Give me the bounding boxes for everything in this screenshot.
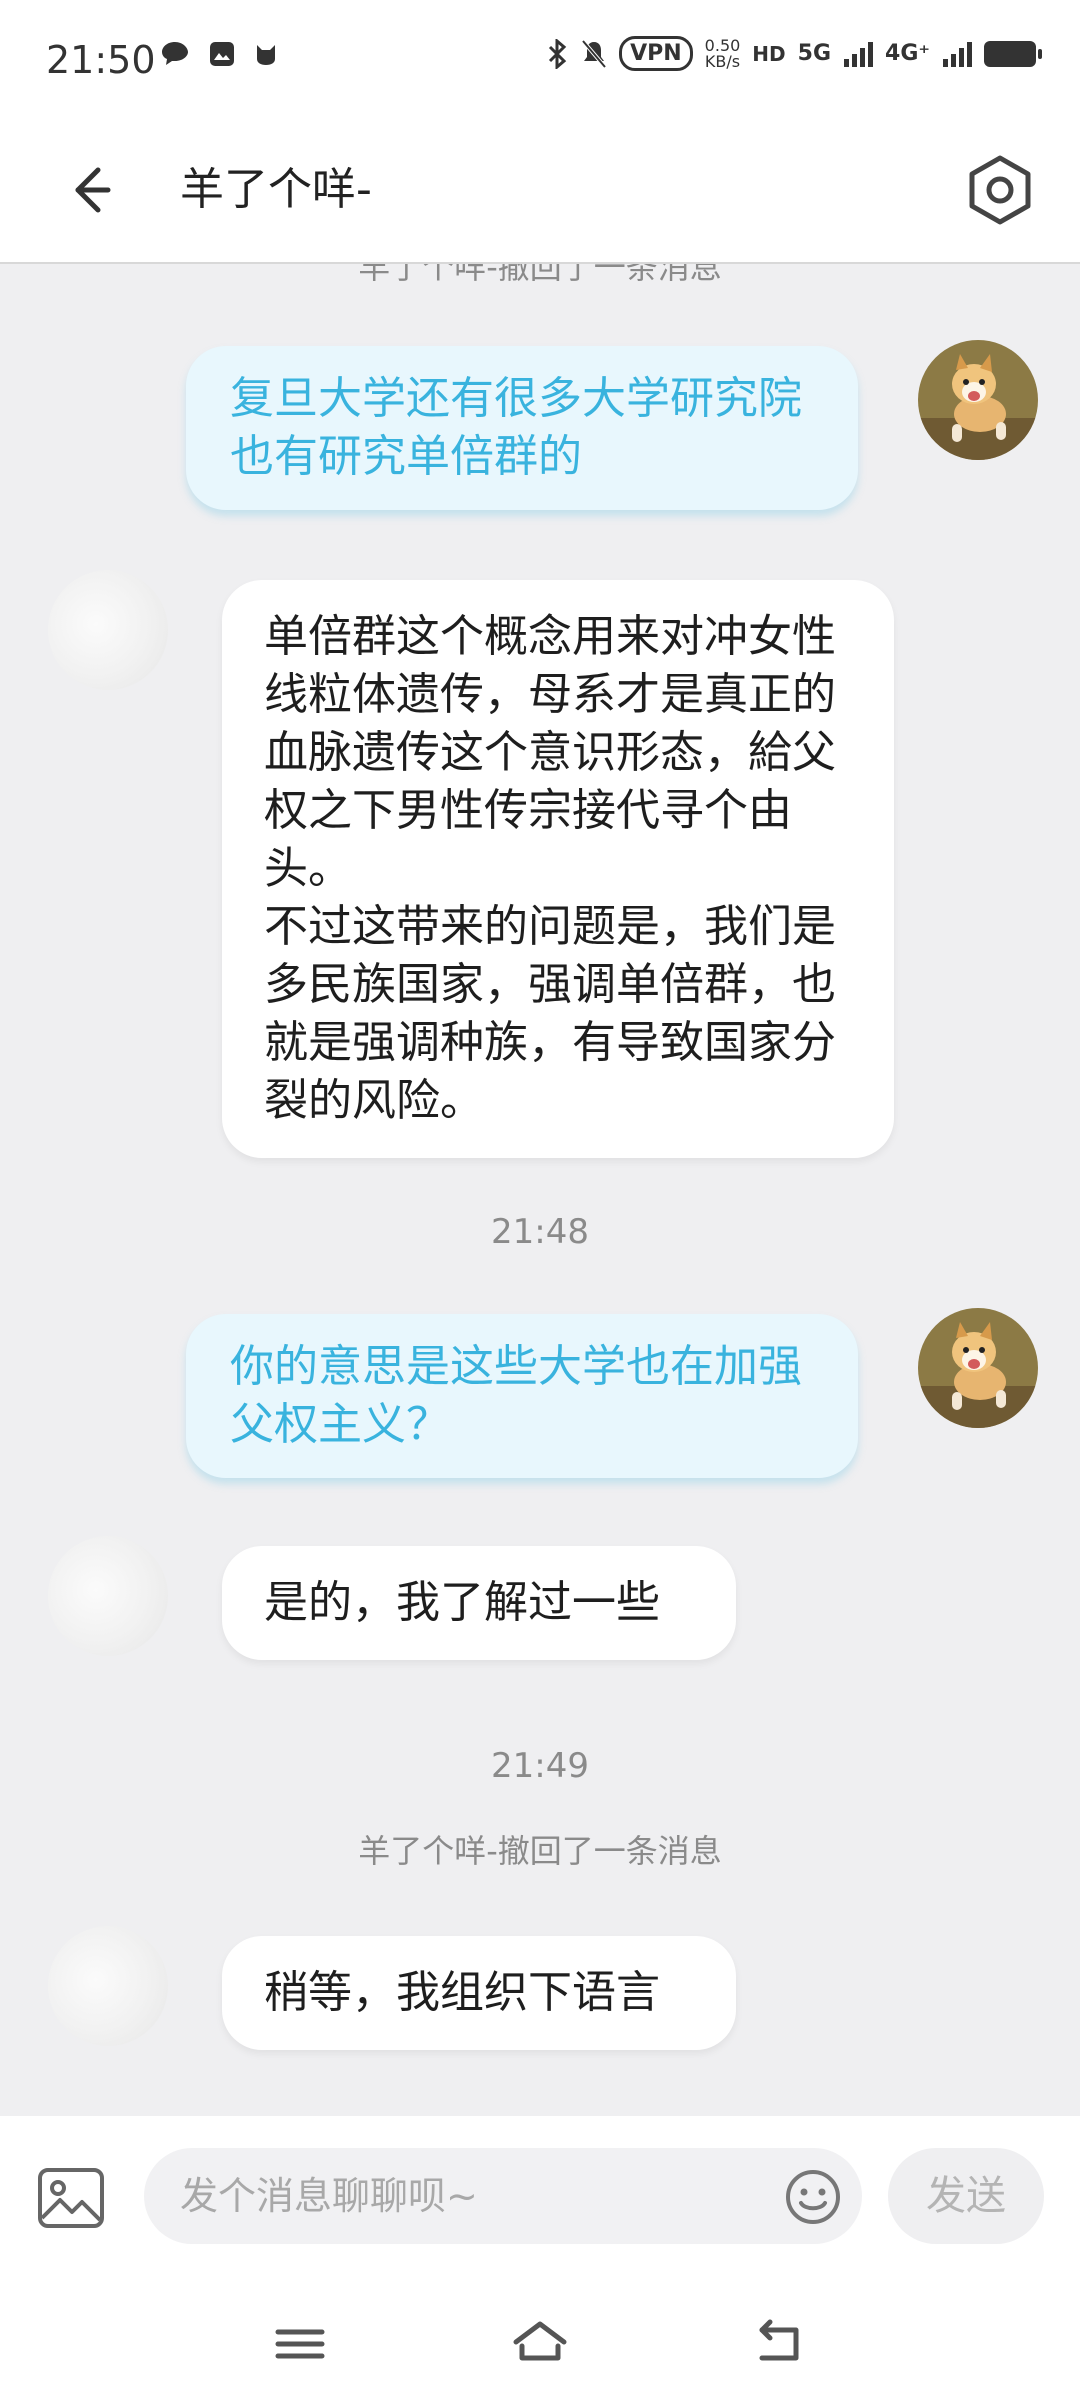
message-timestamp: 21:49 (491, 1746, 589, 1786)
bluetooth-icon (549, 38, 567, 69)
sent-message-bubble[interactable]: 你的意思是这些大学也在加强父权主义？ (186, 1314, 858, 1478)
network-type-2: 4G⁺ (885, 41, 930, 66)
back-icon[interactable] (750, 2316, 810, 2372)
received-message-bubble[interactable]: 是的，我了解过一些 (222, 1546, 736, 1660)
message-input-placeholder: 发个消息聊聊呗~ (180, 2174, 478, 2218)
network-speed: 0.50 KB/s (704, 37, 741, 71)
dog-photo-avatar (918, 340, 1038, 460)
menu-icon[interactable] (270, 2316, 330, 2372)
system-message-recalled: 羊了个咩-撤回了一条消息 (358, 1832, 722, 1870)
gallery-notification-icon (210, 42, 234, 66)
status-time: 21:50 (46, 38, 156, 82)
my-avatar[interactable] (918, 1308, 1038, 1428)
home-icon[interactable] (510, 2316, 570, 2372)
contact-avatar[interactable] (48, 570, 168, 690)
speed-unit: KB/s (704, 51, 741, 71)
system-message-recalled: 羊了个咩-撤回了一条消息 (358, 264, 722, 286)
chat-notification-icon (162, 42, 188, 65)
hexagon-settings-icon[interactable] (956, 146, 1044, 234)
status-bar: 21:50 VPN 0.50 KB/s HD 5G 4G⁺ (0, 0, 1080, 120)
cat-notification-icon (257, 45, 275, 65)
received-message-bubble[interactable]: 稍等，我组织下语言 (222, 1936, 736, 2050)
dog-photo-avatar (918, 1308, 1038, 1428)
network-type-1: 5G (797, 41, 832, 66)
system-navigation-bar (0, 2286, 1080, 2400)
vpn-badge: VPN (619, 36, 693, 71)
hd-badge: HD (752, 41, 786, 66)
notification-icons (160, 40, 278, 68)
message-input-bar: 发个消息聊聊呗~ 发送 (0, 2116, 1080, 2286)
chat-title: 羊了个咩- (180, 164, 372, 215)
my-avatar[interactable] (918, 340, 1038, 460)
send-button[interactable]: 发送 (888, 2148, 1044, 2244)
received-message-bubble[interactable]: 单倍群这个概念用来对冲女性线粒体遗传，母系才是真正的血脉遗传这个意识形态，給父权… (222, 580, 894, 1158)
signal-icon (844, 41, 874, 67)
sent-message-bubble[interactable]: 复旦大学还有很多大学研究院也有研究单倍群的 (186, 346, 858, 510)
battery-icon (984, 40, 1042, 67)
chat-header: 羊了个咩- (0, 120, 1080, 264)
message-timestamp: 21:48 (491, 1212, 589, 1252)
smiley-icon[interactable] (784, 2168, 842, 2226)
message-input-field[interactable]: 发个消息聊聊呗~ (144, 2148, 862, 2244)
contact-avatar[interactable] (48, 1926, 168, 2046)
image-icon[interactable] (36, 2164, 106, 2234)
message-list[interactable]: 羊了个咩-撤回了一条消息 复旦大学还有很多大学研究院也有研究单倍群的 单倍群这个… (0, 264, 1080, 2114)
signal-icon-2 (943, 41, 972, 67)
contact-avatar[interactable] (48, 1536, 168, 1656)
arrow-left-icon[interactable] (50, 150, 130, 230)
system-icons: VPN 0.50 KB/s HD 5G 4G⁺ (547, 36, 1042, 71)
mute-bell-icon (581, 39, 607, 68)
